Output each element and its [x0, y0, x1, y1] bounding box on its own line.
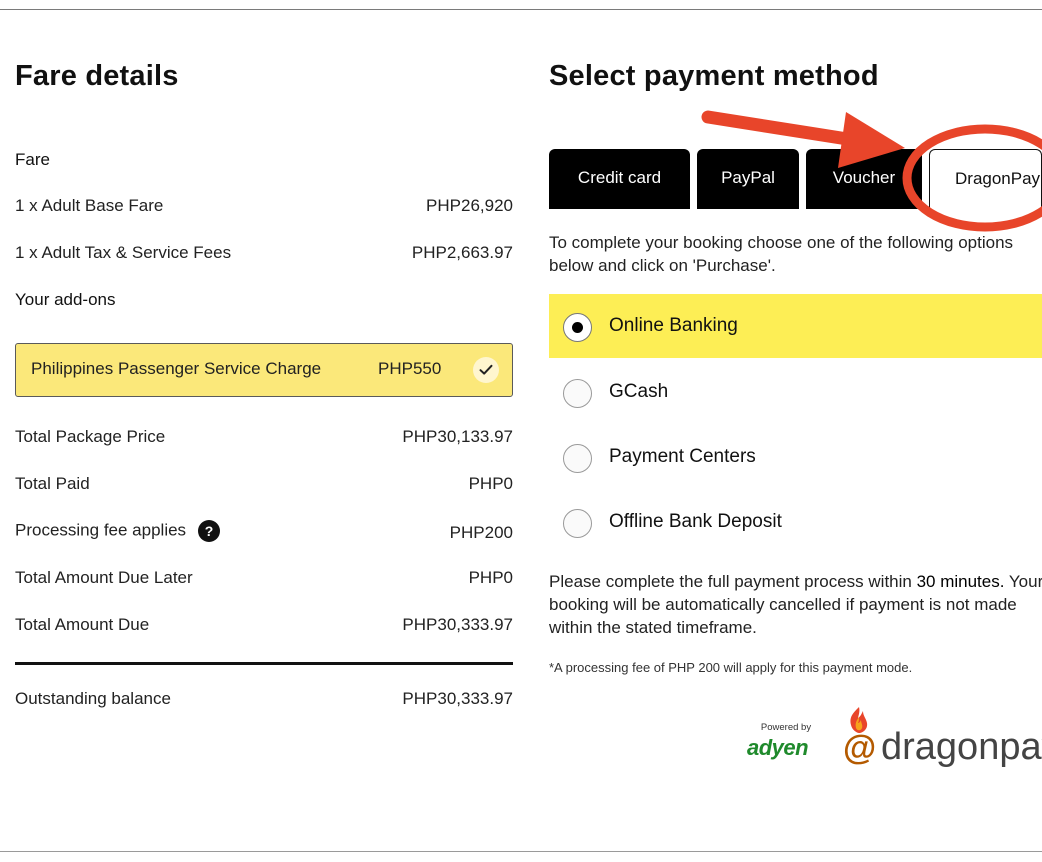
- annotation-arrow-icon: [701, 110, 905, 168]
- annotation-overlay: [701, 110, 1042, 232]
- bottom-divider: [0, 851, 1042, 852]
- annotation-circle-icon: [902, 124, 1042, 232]
